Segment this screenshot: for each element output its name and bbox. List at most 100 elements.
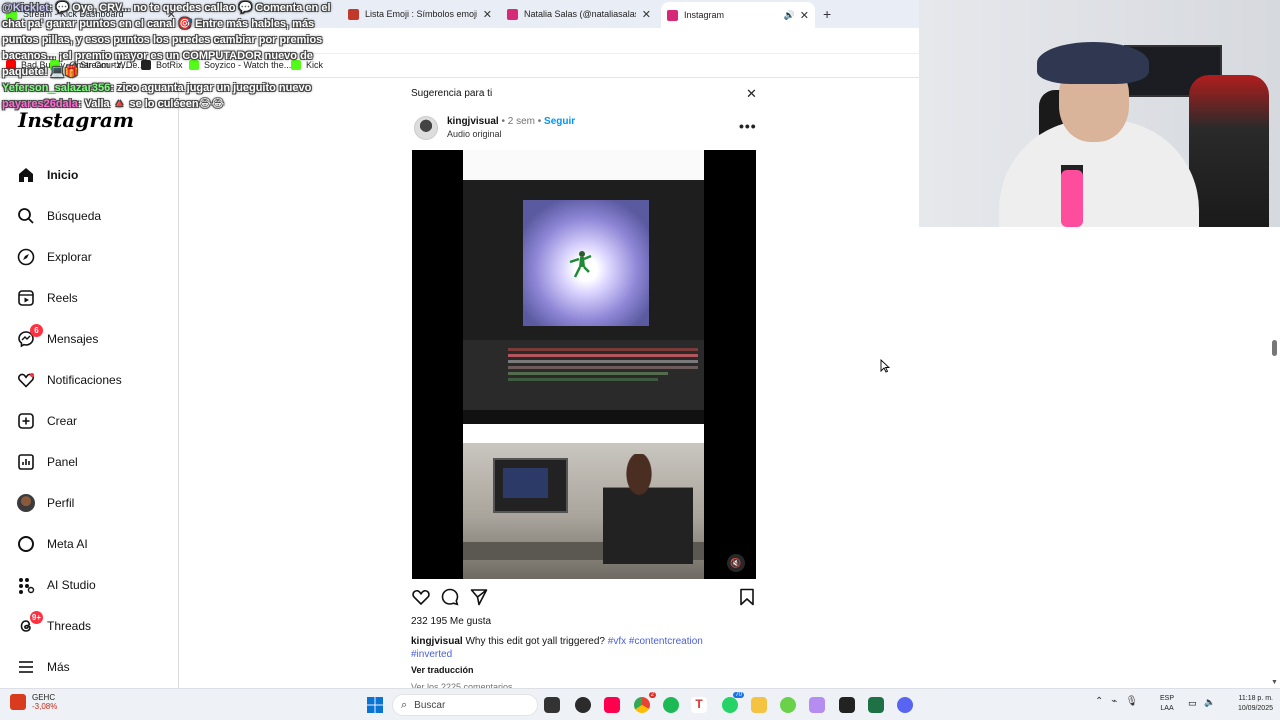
like-icon[interactable] bbox=[411, 587, 431, 607]
save-icon[interactable] bbox=[737, 587, 757, 607]
tab-natalia-instagram[interactable]: Natalia Salas (@nataliasalasv) · ✕ bbox=[507, 4, 651, 24]
hashtag-link[interactable]: #vfx bbox=[608, 636, 626, 647]
terminal-icon[interactable] bbox=[839, 697, 855, 713]
mute-icon[interactable]: 🔇 bbox=[727, 554, 745, 572]
sidebar-item-reels[interactable]: Reels bbox=[17, 289, 78, 307]
system-tray: ⌃ ⌁ 🎙 bbox=[1095, 696, 1138, 707]
notification-badge: 9+ bbox=[29, 611, 43, 624]
chat-username: @Kicklet bbox=[2, 2, 49, 14]
hashtag-link[interactable]: #contentcreation bbox=[629, 636, 703, 647]
chat-message: @Kicklet: 💬 Oye, CRV... no te quedes cal… bbox=[2, 0, 332, 80]
ai-studio-icon bbox=[17, 576, 35, 594]
hashtag-link[interactable]: #inverted bbox=[411, 649, 452, 660]
like-count[interactable]: 232 195 Me gusta bbox=[411, 616, 491, 627]
whatsapp-icon[interactable]: 70 bbox=[722, 692, 744, 713]
messenger-icon: 6 bbox=[17, 324, 43, 348]
instagram-icon bbox=[507, 8, 518, 20]
chat-text: : 💬 Oye, CRV... no te quedes callao 💬 Co… bbox=[2, 2, 331, 78]
sidebar-item-mas[interactable]: Más bbox=[17, 658, 70, 676]
sidebar-item-explorar[interactable]: Explorar bbox=[17, 248, 92, 266]
tiktok-icon[interactable] bbox=[604, 697, 620, 713]
stock-icon bbox=[10, 694, 26, 710]
sidebar-item-busqueda[interactable]: Búsqueda bbox=[17, 207, 101, 225]
comment-icon[interactable] bbox=[440, 587, 460, 607]
close-tab-icon[interactable]: ✕ bbox=[642, 8, 651, 21]
new-tab-button[interactable]: + bbox=[823, 6, 831, 22]
more-options-icon[interactable]: ••• bbox=[739, 118, 757, 134]
sidebar-item-ai-studio[interactable]: AI Studio bbox=[17, 576, 96, 594]
video-person-frame bbox=[463, 424, 704, 579]
chat-message: Yeferson_salazar356: zico aguanta jugar … bbox=[2, 80, 332, 96]
text-app-icon[interactable]: T bbox=[691, 697, 707, 713]
search-icon: ⌕ bbox=[401, 698, 408, 711]
home-icon bbox=[17, 166, 35, 184]
discord-icon[interactable] bbox=[897, 697, 913, 713]
follow-button[interactable]: Seguir bbox=[544, 116, 575, 127]
display-icon[interactable]: ▭ bbox=[1188, 698, 1197, 709]
sidebar-item-meta-ai[interactable]: Meta AI bbox=[17, 535, 88, 553]
taskbar-search[interactable]: ⌕ Buscar bbox=[392, 694, 538, 716]
mouse-cursor-icon bbox=[880, 359, 890, 373]
see-translation-link[interactable]: Ver traducción bbox=[411, 665, 474, 675]
post-audio[interactable]: Audio original bbox=[447, 129, 502, 139]
game-icon[interactable] bbox=[809, 697, 825, 713]
sidebar-item-threads[interactable]: 9+ Threads bbox=[17, 611, 91, 635]
system-clock[interactable]: 11:18 p. m. 10/09/2025 bbox=[1225, 694, 1273, 714]
stream-chat-overlay: @Kicklet: 💬 Oye, CRV... no te quedes cal… bbox=[2, 0, 332, 112]
task-view-icon[interactable] bbox=[544, 697, 560, 713]
chat-text: : Valla 🔺 se lo culéeen😂😂 bbox=[77, 98, 225, 110]
scroll-thumb[interactable] bbox=[1272, 340, 1277, 356]
sidebar-item-panel[interactable]: Panel bbox=[17, 453, 78, 471]
emoji-site-icon bbox=[348, 8, 359, 20]
speaker-icon[interactable]: 🔊 bbox=[784, 10, 795, 21]
reels-icon bbox=[17, 289, 35, 307]
page-scrollbar[interactable] bbox=[1268, 226, 1280, 688]
chart-icon bbox=[17, 453, 35, 471]
chrome-icon[interactable]: 2 bbox=[634, 692, 656, 713]
sidebar-item-mensajes[interactable]: 6 Mensajes bbox=[17, 324, 98, 348]
scroll-down-icon[interactable]: ▼ bbox=[1271, 679, 1278, 686]
sidebar-item-notificaciones[interactable]: Notificaciones bbox=[17, 371, 122, 389]
streamer-webcam bbox=[919, 0, 1280, 227]
post-caption: kingjvisual Why this edit got yall trigg… bbox=[411, 635, 761, 661]
chevron-up-icon[interactable]: ⌃ bbox=[1095, 696, 1103, 707]
post-username[interactable]: kingjvisual • 2 sem • Seguir bbox=[447, 116, 575, 127]
file-explorer-icon[interactable] bbox=[751, 697, 767, 713]
spotify-icon[interactable] bbox=[663, 697, 679, 713]
tab-emoji-list[interactable]: Lista Emoji : Símbolos emoji na ✕ bbox=[348, 4, 492, 24]
language-indicator[interactable]: ESP LAA bbox=[1160, 694, 1174, 714]
sidebar-item-perfil[interactable]: Perfil bbox=[17, 494, 74, 512]
volume-icon[interactable]: 🔈 bbox=[1204, 697, 1215, 708]
share-icon[interactable] bbox=[469, 587, 489, 607]
tab-instagram[interactable]: Instagram 🔊 ✕ bbox=[661, 2, 815, 28]
windows-taskbar: GEHC -3,08% ⌕ Buscar 2 T 70 ⌃ ⌁ 🎙 ESP LA… bbox=[0, 688, 1280, 720]
chat-username: payares26dala bbox=[2, 98, 78, 110]
obs-icon[interactable] bbox=[575, 697, 591, 713]
excel-icon[interactable] bbox=[868, 697, 884, 713]
post-avatar[interactable] bbox=[414, 116, 438, 140]
windows-start-icon[interactable] bbox=[367, 697, 383, 713]
post-time: • 2 sem • bbox=[501, 116, 542, 127]
close-tab-icon[interactable]: ✕ bbox=[800, 9, 809, 22]
compass-icon bbox=[17, 248, 35, 266]
caption-username[interactable]: kingjvisual bbox=[411, 636, 463, 647]
stock-widget[interactable]: GEHC -3,08% bbox=[10, 693, 57, 711]
menu-icon bbox=[17, 658, 35, 676]
search-icon bbox=[17, 207, 35, 225]
dancing-figure bbox=[569, 251, 592, 278]
chat-username: Yeferson_salazar356 bbox=[2, 82, 111, 94]
suggested-post: Sugerencia para ti ✕ kingjvisual • 2 sem… bbox=[400, 80, 770, 688]
app-icon[interactable] bbox=[780, 697, 796, 713]
mic-icon[interactable]: 🎙 bbox=[1125, 696, 1138, 707]
instagram-icon bbox=[667, 9, 678, 21]
chat-message: payares26dala: Valla 🔺 se lo culéeen😂😂 bbox=[2, 96, 332, 112]
sidebar-item-crear[interactable]: Crear bbox=[17, 412, 77, 430]
network-icon[interactable]: ⌁ bbox=[1111, 696, 1117, 707]
suggestion-header: Sugerencia para ti bbox=[411, 88, 493, 99]
notification-badge: 6 bbox=[30, 324, 43, 337]
close-tab-icon[interactable]: ✕ bbox=[483, 8, 492, 21]
sidebar-item-inicio[interactable]: Inicio bbox=[17, 166, 78, 184]
threads-icon: 9+ bbox=[17, 611, 43, 635]
post-video[interactable]: 🔇 bbox=[412, 150, 756, 579]
close-icon[interactable]: ✕ bbox=[746, 86, 757, 102]
